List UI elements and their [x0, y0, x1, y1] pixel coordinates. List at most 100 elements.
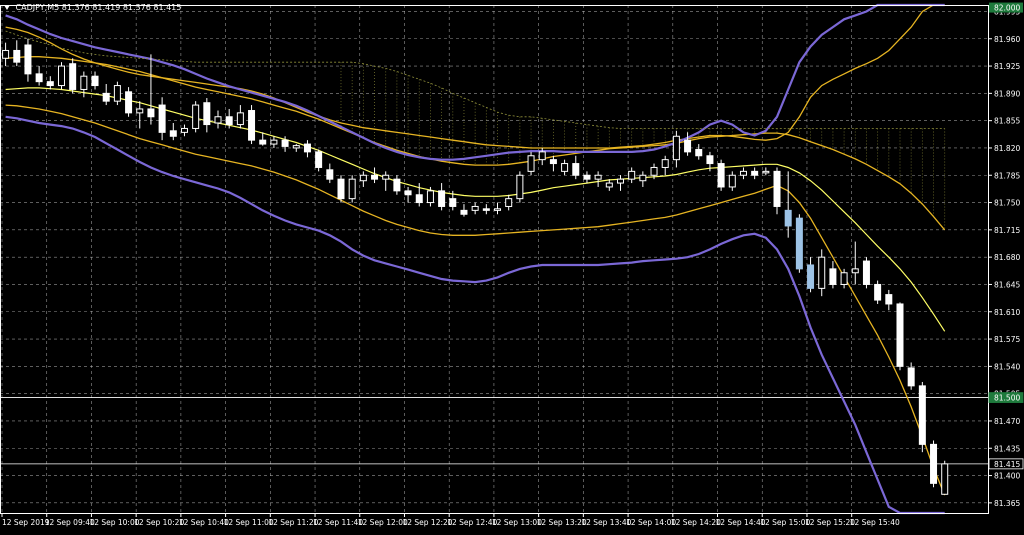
candle[interactable]: [549, 155, 557, 172]
candle[interactable]: [113, 81, 121, 106]
candle[interactable]: [829, 261, 837, 289]
candle[interactable]: [460, 204, 468, 217]
candle[interactable]: [438, 183, 446, 211]
candle[interactable]: [583, 171, 591, 184]
candle-body: [784, 209, 792, 227]
candle-body: [438, 190, 446, 207]
candle-body: [259, 139, 267, 145]
candle[interactable]: [717, 159, 725, 191]
candle[interactable]: [2, 42, 10, 67]
candle[interactable]: [337, 175, 345, 203]
candle[interactable]: [751, 167, 759, 180]
candle[interactable]: [818, 249, 826, 297]
x-tick-label: 12 Sep 12:00: [358, 518, 408, 527]
candle-body: [684, 139, 692, 153]
candle[interactable]: [158, 97, 166, 141]
chart-window[interactable]: 81.99581.96081.92581.89081.85581.82081.7…: [0, 0, 1024, 531]
candle[interactable]: [303, 140, 311, 158]
candle[interactable]: [46, 76, 54, 90]
candle[interactable]: [35, 66, 43, 86]
price-chart[interactable]: 81.99581.96081.92581.89081.85581.82081.7…: [0, 0, 1024, 531]
candles[interactable]: [2, 38, 949, 495]
candle[interactable]: [527, 151, 535, 176]
candle[interactable]: [102, 84, 110, 106]
x-tick-label: 12 Sep 14:40: [716, 518, 766, 527]
y-tick-label: 81.470: [994, 417, 1020, 426]
candle[interactable]: [482, 204, 490, 215]
candle[interactable]: [359, 171, 367, 187]
candle[interactable]: [192, 101, 200, 133]
x-tick-label: 12 Sep 13:20: [537, 518, 587, 527]
candle[interactable]: [874, 280, 882, 304]
candle[interactable]: [930, 440, 938, 488]
candle[interactable]: [616, 175, 624, 191]
candle[interactable]: [69, 58, 77, 94]
candle[interactable]: [896, 302, 904, 371]
candle[interactable]: [639, 171, 647, 187]
candle[interactable]: [326, 163, 334, 184]
candle[interactable]: [661, 155, 669, 176]
candle-body: [639, 174, 647, 182]
candle[interactable]: [13, 40, 21, 67]
candle[interactable]: [941, 460, 949, 495]
candle-body: [292, 145, 300, 149]
y-tick-label: 81.855: [994, 117, 1020, 126]
candle[interactable]: [180, 124, 188, 137]
candle[interactable]: [259, 132, 267, 146]
candle-body: [393, 178, 401, 192]
candle[interactable]: [136, 101, 144, 129]
candle[interactable]: [125, 87, 133, 117]
candle-body: [35, 73, 43, 83]
candle[interactable]: [784, 171, 792, 238]
candle[interactable]: [348, 175, 356, 203]
candle[interactable]: [57, 62, 65, 90]
candle-body: [147, 108, 155, 118]
candle[interactable]: [404, 186, 412, 203]
candle[interactable]: [505, 194, 513, 211]
candle[interactable]: [471, 202, 479, 215]
y-tick-label: 81.610: [994, 308, 1020, 317]
candle[interactable]: [739, 167, 747, 180]
candle[interactable]: [270, 136, 278, 148]
candle[interactable]: [628, 167, 636, 184]
x-tick-label: 12 Sep 14:20: [671, 518, 721, 527]
candle[interactable]: [393, 175, 401, 195]
x-tick-label: 12 Sep 10:40: [179, 518, 229, 527]
candle[interactable]: [572, 155, 580, 180]
candle[interactable]: [382, 171, 390, 191]
candle-body: [203, 102, 211, 126]
candle[interactable]: [561, 159, 569, 176]
y-tick-label: 81.680: [994, 253, 1020, 262]
candle-body: [516, 174, 524, 200]
candle[interactable]: [236, 105, 244, 129]
candle[interactable]: [885, 289, 893, 311]
candle[interactable]: [24, 38, 32, 82]
x-tick-label: 12 Sep 10:20: [134, 518, 184, 527]
candle[interactable]: [594, 171, 602, 187]
candle[interactable]: [248, 105, 256, 145]
candle[interactable]: [762, 167, 770, 176]
candle[interactable]: [169, 123, 177, 141]
candle[interactable]: [214, 110, 222, 129]
candle[interactable]: [728, 171, 736, 191]
candle[interactable]: [147, 54, 155, 125]
y-tick-label: 81.365: [994, 499, 1020, 508]
candle[interactable]: [292, 144, 300, 152]
candle[interactable]: [862, 257, 870, 289]
candle[interactable]: [773, 167, 781, 215]
candle[interactable]: [494, 202, 502, 215]
price-level-label: 81.415: [994, 460, 1020, 469]
candle[interactable]: [91, 71, 99, 90]
candle[interactable]: [516, 171, 524, 203]
candle[interactable]: [672, 130, 680, 168]
candle[interactable]: [203, 98, 211, 133]
candle-body: [404, 190, 412, 196]
candle[interactable]: [851, 241, 859, 285]
candle[interactable]: [918, 381, 926, 453]
candle[interactable]: [695, 144, 703, 160]
candle[interactable]: [795, 214, 803, 273]
candle[interactable]: [371, 167, 379, 184]
candle[interactable]: [315, 149, 323, 172]
candle[interactable]: [807, 257, 815, 293]
candle[interactable]: [605, 179, 613, 191]
